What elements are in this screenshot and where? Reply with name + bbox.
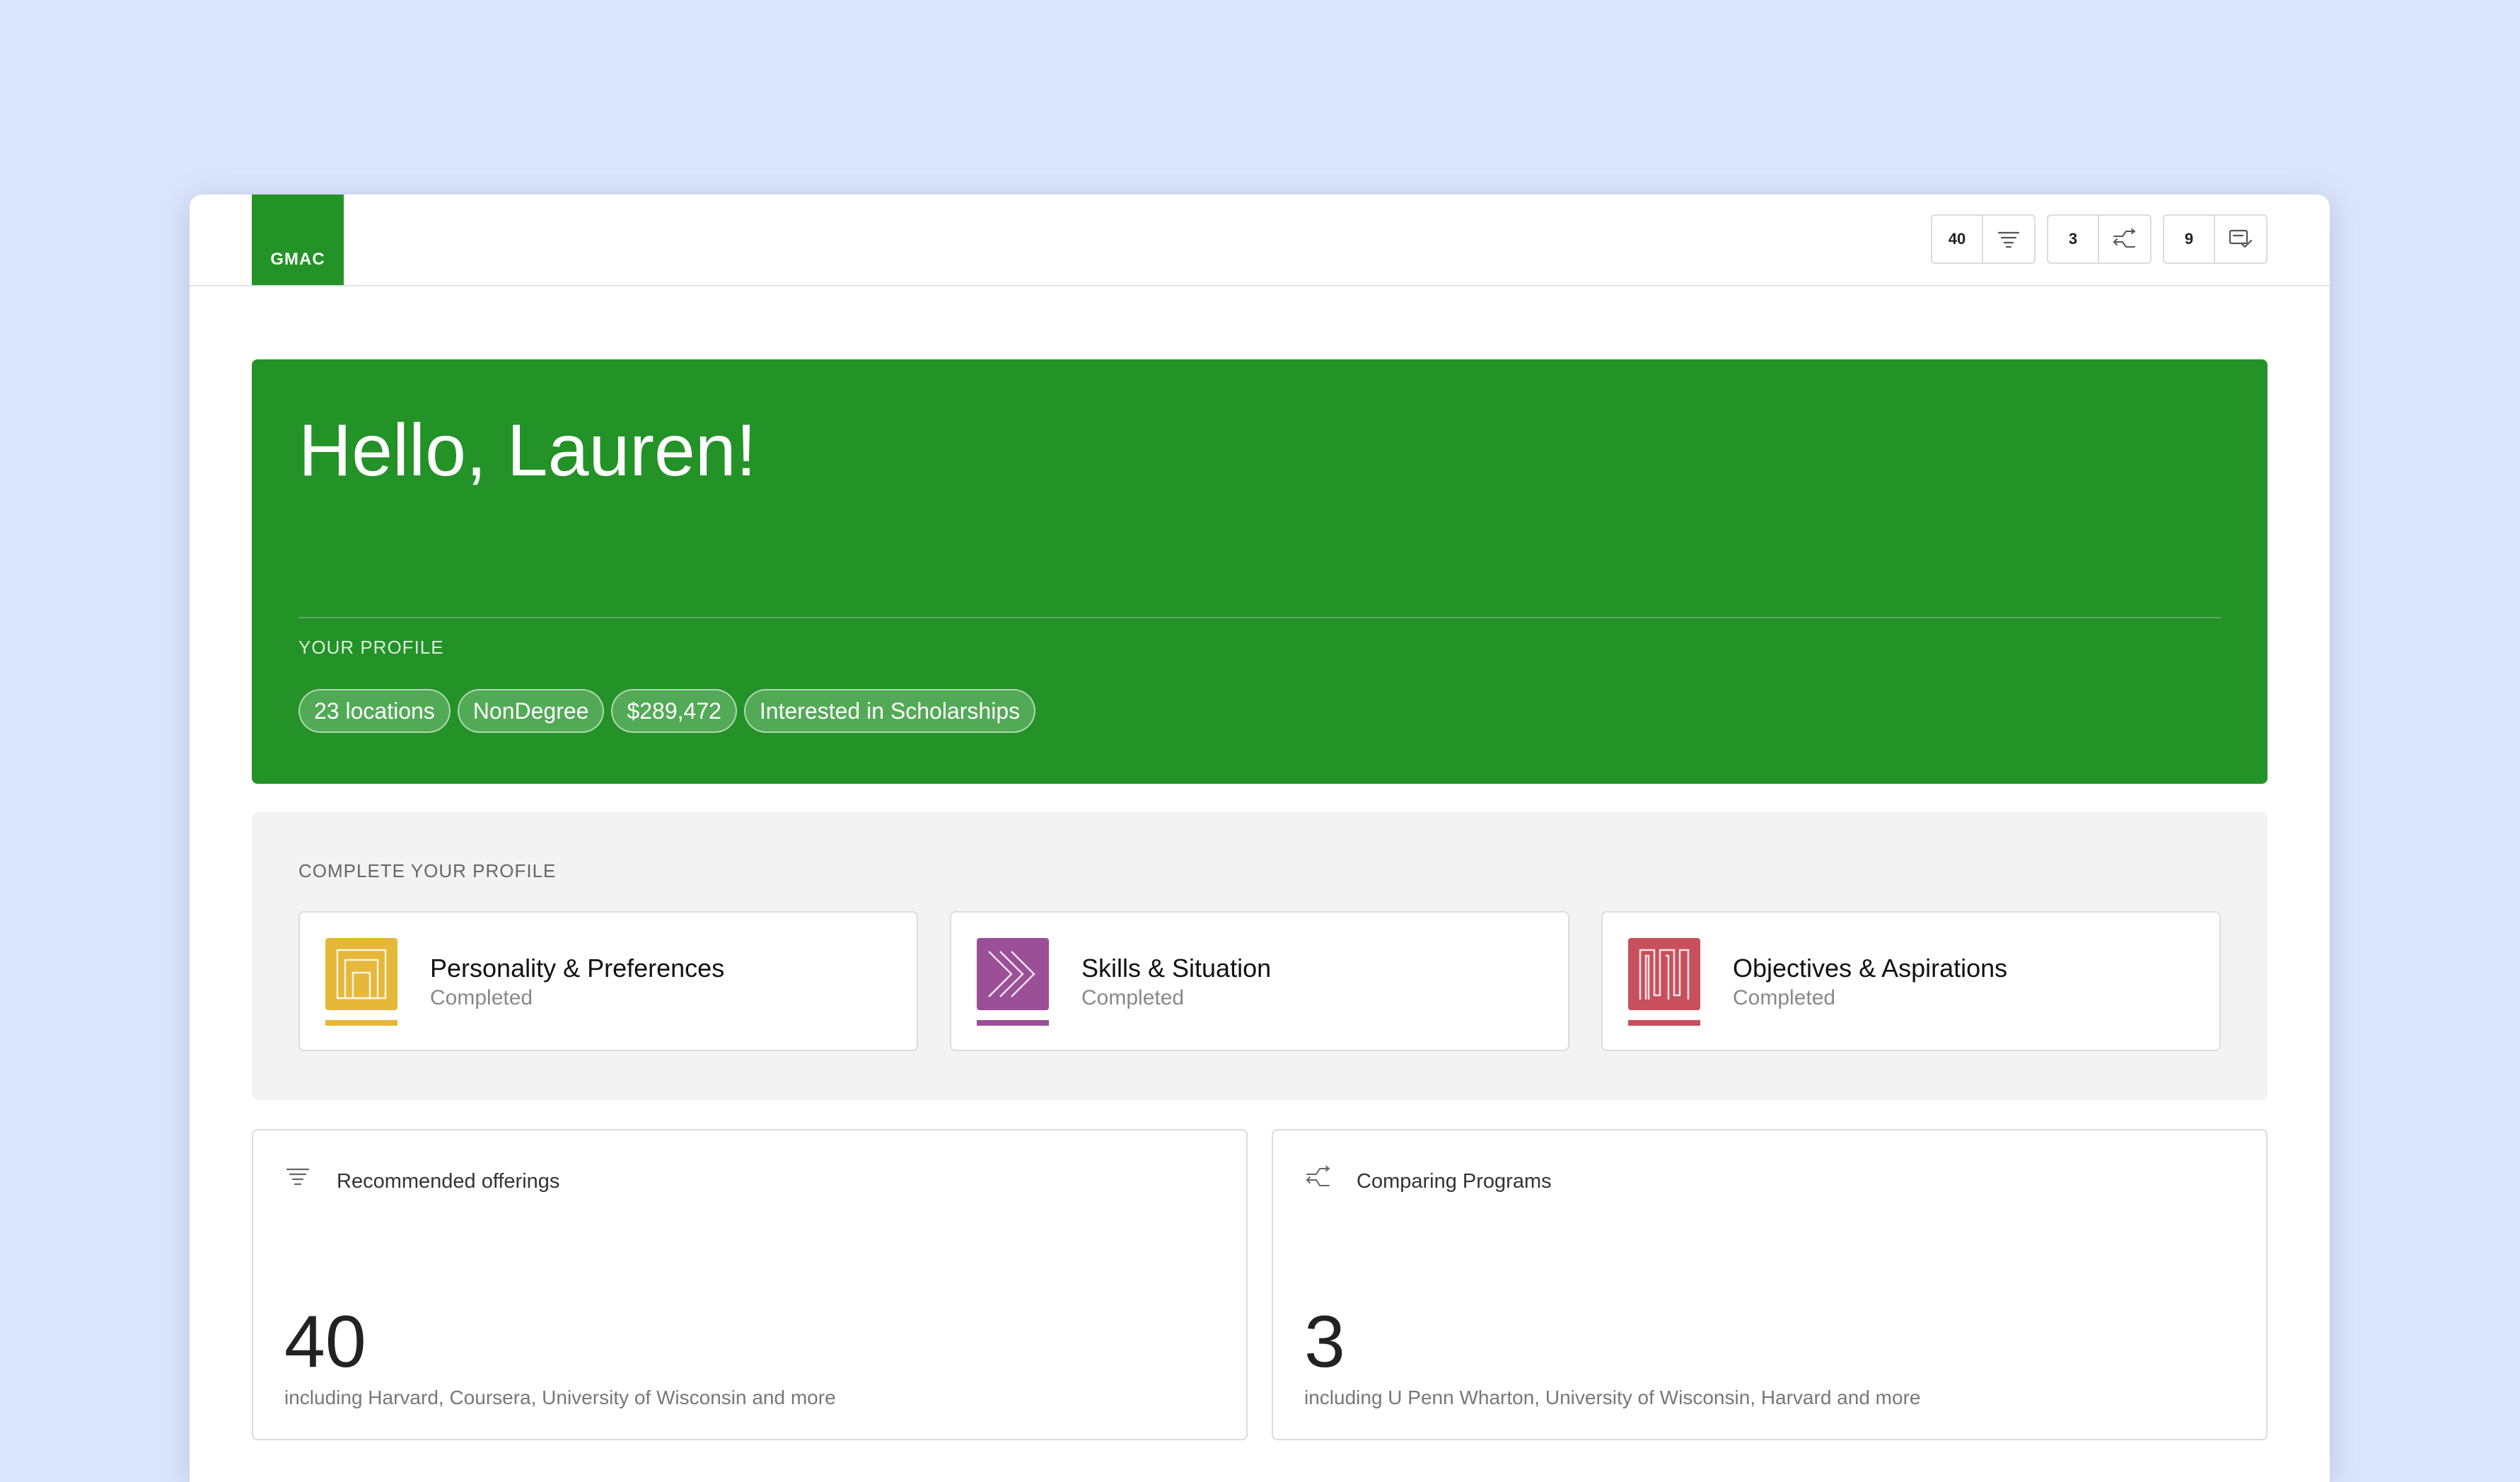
- offerings-count: 40: [1932, 216, 1983, 262]
- programs-number: 3: [1304, 1301, 1345, 1383]
- filter-icon: [1983, 216, 2034, 262]
- recommended-offerings-card[interactable]: Recommended offerings 40 including Harva…: [252, 1129, 1248, 1440]
- tag-locations[interactable]: 23 locations: [298, 689, 451, 733]
- card-subtitle: including U Penn Wharton, University of …: [1304, 1387, 1921, 1408]
- divider: [298, 617, 2221, 618]
- profile-card-personality[interactable]: Personality & Preferences Completed: [298, 911, 918, 1051]
- progress-bar: [1628, 1020, 1700, 1026]
- card-heading: Recommended offerings: [337, 1170, 560, 1193]
- gmac-logo[interactable]: GMAC: [252, 195, 344, 285]
- offerings-counter-button[interactable]: 40: [1931, 214, 2036, 264]
- app-window: GMAC 40 3 9 Hello, Lauren! YOUR PROFILE …: [190, 195, 2330, 1482]
- offerings-number: 40: [284, 1301, 366, 1383]
- top-bar: GMAC 40 3 9: [190, 195, 2330, 286]
- compare-arrows-icon: [2099, 216, 2150, 262]
- profile-label: YOUR PROFILE: [298, 637, 444, 658]
- section-label: COMPLETE YOUR PROFILE: [298, 860, 557, 881]
- card-title: Personality & Preferences: [430, 954, 725, 983]
- nested-squares-icon: [325, 938, 397, 1010]
- profile-card-skills[interactable]: Skills & Situation Completed: [950, 911, 1569, 1051]
- card-title: Skills & Situation: [1081, 954, 1272, 983]
- compare-count: 3: [2048, 216, 2099, 262]
- tag-scholarships[interactable]: Interested in Scholarships: [743, 689, 1036, 733]
- wave-pattern-icon: [1628, 938, 1700, 1010]
- tag-budget[interactable]: $289,472: [611, 689, 737, 733]
- profile-card-objectives[interactable]: Objectives & Aspirations Completed: [1601, 911, 2221, 1051]
- checklist-icon: [2215, 216, 2266, 262]
- saved-counter-button[interactable]: 9: [2163, 214, 2268, 264]
- compare-counter-button[interactable]: 3: [2047, 214, 2152, 264]
- saved-count: 9: [2164, 216, 2215, 262]
- greeting-heading: Hello, Lauren!: [298, 410, 757, 492]
- card-status: Completed: [430, 986, 533, 1009]
- card-status: Completed: [1733, 986, 1836, 1009]
- progress-bar: [325, 1020, 397, 1026]
- comparing-programs-card[interactable]: Comparing Programs 3 including U Penn Wh…: [1272, 1129, 2268, 1440]
- progress-bar: [977, 1020, 1049, 1026]
- complete-profile-section: COMPLETE YOUR PROFILE Personality & Pref…: [252, 812, 2268, 1100]
- card-heading: Comparing Programs: [1357, 1170, 1552, 1193]
- tag-degree-type[interactable]: NonDegree: [457, 689, 605, 733]
- compare-arrows-icon: [1306, 1166, 1331, 1192]
- card-title: Objectives & Aspirations: [1733, 954, 2008, 983]
- card-subtitle: including Harvard, Coursera, University …: [284, 1387, 836, 1408]
- filter-icon: [286, 1166, 310, 1191]
- welcome-banner: Hello, Lauren! YOUR PROFILE 23 locations…: [252, 359, 2268, 784]
- triple-chevron-icon: [977, 938, 1049, 1010]
- card-status: Completed: [1081, 986, 1185, 1009]
- profile-tags: 23 locations NonDegree $289,472 Interest…: [298, 689, 1036, 733]
